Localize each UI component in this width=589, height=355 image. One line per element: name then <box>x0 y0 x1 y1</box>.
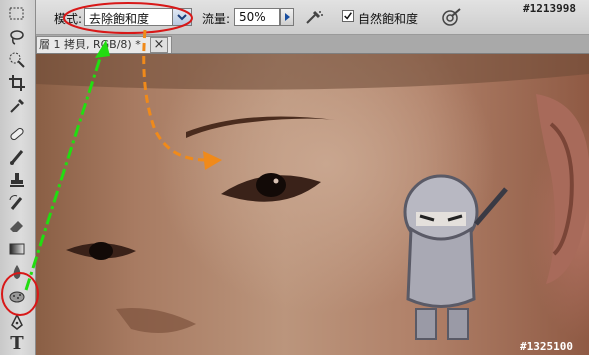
quick-selection-tool-icon[interactable] <box>6 50 28 70</box>
close-icon[interactable]: × <box>150 37 168 53</box>
sponge-tool-icon[interactable] <box>6 286 28 306</box>
mode-label: 模式: <box>54 12 83 26</box>
eyedropper-tool-icon[interactable] <box>6 96 28 116</box>
flow-label: 流量: <box>202 12 231 26</box>
marquee-tool-icon[interactable] <box>6 4 28 24</box>
airbrush-icon[interactable] <box>304 8 324 26</box>
canvas-photo[interactable]: #1325100 <box>36 54 589 355</box>
pen-tool-icon[interactable] <box>6 312 28 332</box>
flow-field[interactable]: 50% <box>234 8 280 26</box>
history-brush-tool-icon[interactable] <box>6 193 28 213</box>
toolbox: T <box>0 0 36 355</box>
tablet-pressure-icon[interactable] <box>440 7 462 27</box>
brush-tool-icon[interactable] <box>6 147 28 167</box>
vibrance-label: 自然飽和度 <box>358 12 419 26</box>
face-photo <box>36 54 589 340</box>
options-bar: 模式: 去除飽和度 流量: 50% 自然飽和度 #1213998 <box>36 0 589 35</box>
crop-tool-icon[interactable] <box>6 73 28 93</box>
flow-value: 50% <box>239 10 266 24</box>
ninja-sticker <box>403 174 508 340</box>
lasso-tool-icon[interactable] <box>6 27 28 47</box>
watermark-bottom: #1325100 <box>520 340 573 353</box>
clone-stamp-tool-icon[interactable] <box>6 170 28 190</box>
mode-select[interactable]: 去除飽和度 <box>84 8 192 26</box>
eraser-tool-icon[interactable] <box>6 216 28 236</box>
document-tab-bar: 層 1 拷貝, RGB/8) * <box>36 35 589 54</box>
chevron-down-icon <box>172 9 191 25</box>
watermark-top: #1213998 <box>523 2 576 15</box>
blur-tool-icon[interactable] <box>6 262 28 282</box>
gradient-tool-icon[interactable] <box>6 239 28 259</box>
document-tab-title: 層 1 拷貝, RGB/8) * <box>39 38 141 51</box>
vibrance-checkbox[interactable] <box>342 10 354 22</box>
flow-slider-button[interactable] <box>280 8 294 26</box>
type-tool-icon[interactable]: T <box>6 333 28 354</box>
spot-healing-tool-icon[interactable] <box>6 124 28 144</box>
mode-select-value: 去除飽和度 <box>89 12 150 26</box>
